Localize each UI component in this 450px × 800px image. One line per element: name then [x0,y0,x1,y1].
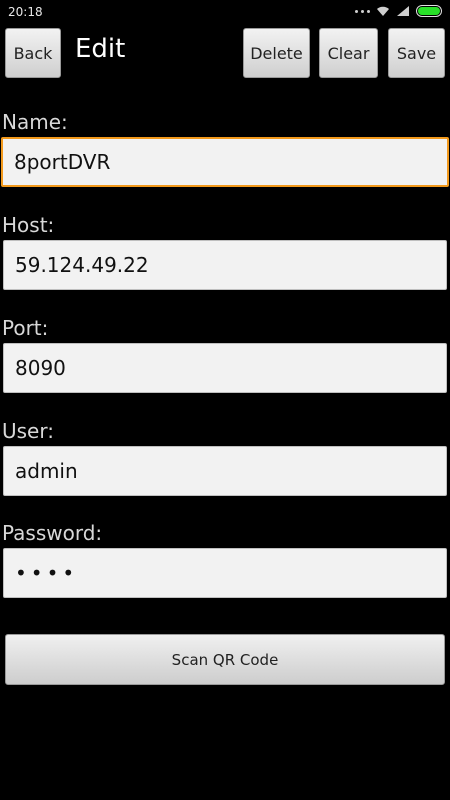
status-bar: 20:18 [0,0,450,26]
page-title: Edit [75,34,126,64]
port-field[interactable]: 8090 [3,343,447,393]
password-field[interactable]: •••• [3,548,447,598]
back-button[interactable]: Back [5,28,61,78]
delete-button[interactable]: Delete [243,28,310,78]
password-label: Password: [2,521,103,545]
name-label: Name: [2,110,68,134]
user-field[interactable]: admin [3,446,447,496]
password-value: •••• [15,561,79,585]
signal-icon [397,6,409,16]
scan-qr-code-button[interactable]: Scan QR Code [5,634,445,685]
host-label: Host: [2,213,55,237]
battery-icon [416,5,442,17]
name-field[interactable]: 8portDVR [1,137,449,187]
port-label: Port: [2,316,49,340]
status-icons [355,5,442,17]
save-button[interactable]: Save [388,28,445,78]
status-time: 20:18 [8,5,43,19]
host-field[interactable]: 59.124.49.22 [3,240,447,290]
notification-dots-icon [355,9,370,13]
clear-button[interactable]: Clear [319,28,378,78]
wifi-icon [377,6,389,16]
user-label: User: [2,419,54,443]
